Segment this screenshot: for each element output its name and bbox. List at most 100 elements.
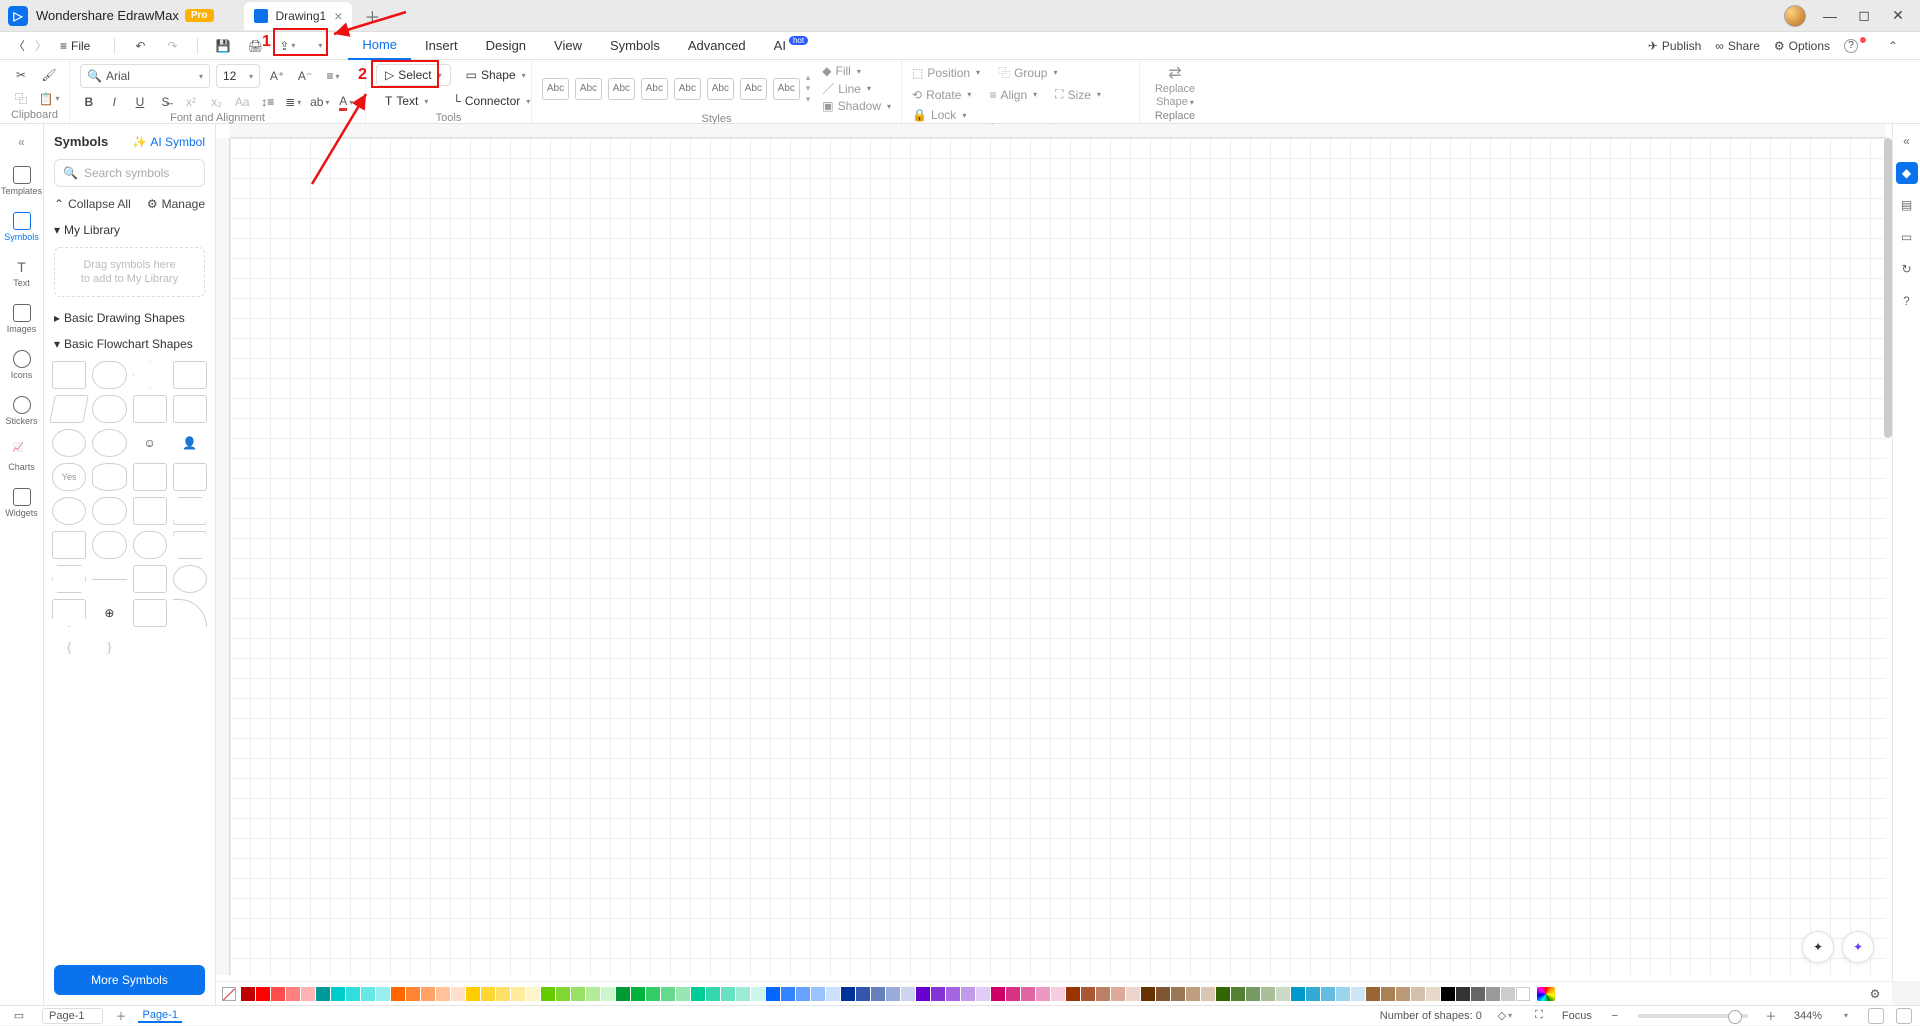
group-button[interactable]: ⿻Group▾ [998, 64, 1057, 81]
shape-card[interactable] [133, 463, 167, 491]
color-swatch[interactable] [601, 987, 615, 1001]
style-thumb[interactable]: Abc [740, 78, 767, 100]
page-panel-icon[interactable]: ▤ [1896, 194, 1918, 216]
outline-panel-icon[interactable]: ▭ [1896, 226, 1918, 248]
color-swatch[interactable] [1501, 987, 1515, 1001]
format-painter-icon[interactable]: 🖌 [38, 65, 60, 85]
style-thumb[interactable]: Abc [641, 78, 668, 100]
undo-icon[interactable]: ↶ [129, 35, 151, 57]
shape-wave[interactable] [52, 531, 86, 559]
styles-up-icon[interactable]: ▴ [806, 72, 811, 83]
color-swatch[interactable] [1186, 987, 1200, 1001]
canvas[interactable]: ✦ ✦ [216, 124, 1892, 981]
shape-tool[interactable]: ▭Shape▾ [457, 64, 535, 86]
color-swatch[interactable] [886, 987, 900, 1001]
color-swatch[interactable] [1156, 987, 1170, 1001]
shape-arc[interactable] [173, 599, 207, 627]
canvas-ai-button[interactable]: ✦ [1842, 931, 1874, 963]
shape-hex[interactable] [52, 565, 86, 593]
color-swatch[interactable] [541, 987, 555, 1001]
color-swatch[interactable] [766, 987, 780, 1001]
shape-pill2[interactable] [133, 531, 167, 559]
collapse-all-button[interactable]: ⌃Collapse All [54, 197, 131, 211]
color-swatch[interactable] [706, 987, 720, 1001]
color-swatch[interactable] [481, 987, 495, 1001]
tab-insert[interactable]: Insert [411, 32, 472, 60]
connector-tool[interactable]: └Connector▾ [443, 90, 539, 112]
add-page-button[interactable]: ＋ [115, 1008, 126, 1024]
color-swatch[interactable] [451, 987, 465, 1001]
color-swatch[interactable] [286, 987, 300, 1001]
tab-ai[interactable]: AIhot [760, 32, 822, 60]
align-h-icon[interactable]: ≡▾ [322, 66, 344, 86]
color-swatch[interactable] [1396, 987, 1410, 1001]
styles-more-icon[interactable]: ▾ [806, 94, 811, 105]
share-button[interactable]: ∞Share [1715, 39, 1760, 53]
ai-symbol-button[interactable]: ✨AI Symbol [132, 135, 205, 149]
paste-icon[interactable]: 📋▾ [38, 89, 60, 109]
color-swatch[interactable] [676, 987, 690, 1001]
nav-templates[interactable]: Templates [2, 162, 42, 200]
shape-pill[interactable] [92, 531, 126, 559]
shape-user[interactable]: 👤 [173, 429, 207, 457]
manage-button[interactable]: ⚙Manage [147, 197, 205, 211]
shape-actor[interactable]: ☺ [133, 429, 167, 457]
color-swatch[interactable] [646, 987, 660, 1001]
copy-icon[interactable]: ⿻ [10, 89, 32, 109]
text-direction-icon[interactable]: ab▾ [310, 92, 329, 112]
close-tab-icon[interactable]: × [334, 8, 342, 24]
shape-database[interactable] [92, 463, 126, 491]
zoom-in-icon[interactable]: ＋ [1760, 1006, 1782, 1026]
color-swatch[interactable] [1126, 987, 1140, 1001]
color-swatch[interactable] [1351, 987, 1365, 1001]
shape-connector[interactable] [52, 497, 86, 525]
shape-manual[interactable] [133, 497, 167, 525]
size-button[interactable]: ⛶Size▾ [1055, 87, 1101, 102]
shape-decision[interactable] [133, 361, 167, 389]
color-swatch[interactable] [496, 987, 510, 1001]
shape-rounded[interactable] [92, 361, 126, 389]
strike-icon[interactable]: S̶ [157, 92, 175, 112]
color-swatch[interactable] [571, 987, 585, 1001]
style-thumb[interactable]: Abc [542, 78, 569, 100]
mylib-dropzone[interactable]: Drag symbols here to add to My Library [54, 247, 205, 297]
color-swatch[interactable] [316, 987, 330, 1001]
color-swatch[interactable] [1006, 987, 1020, 1001]
save-icon[interactable]: 💾 [212, 35, 234, 57]
shape-circle[interactable] [92, 429, 126, 457]
history-panel-icon[interactable]: ↻ [1896, 258, 1918, 280]
layers-icon[interactable]: ◇▾ [1494, 1006, 1516, 1026]
styles-down-icon[interactable]: ▾ [806, 83, 811, 94]
no-fill-swatch[interactable] [222, 987, 236, 1001]
options-button[interactable]: ⚙Options [1774, 39, 1830, 53]
shape-ring[interactable] [173, 565, 207, 593]
focus-label[interactable]: Focus [1562, 1010, 1592, 1022]
line-button[interactable]: ／Line▾ [822, 80, 891, 97]
nav-back-icon[interactable]: 〈 [8, 35, 30, 57]
subscript-icon[interactable]: x₂ [208, 92, 226, 112]
color-swatch[interactable] [811, 987, 825, 1001]
color-swatch[interactable] [586, 987, 600, 1001]
color-swatch[interactable] [361, 987, 375, 1001]
position-button[interactable]: ⬚Position▾ [912, 66, 980, 80]
shape-display[interactable] [173, 463, 207, 491]
color-swatch[interactable] [931, 987, 945, 1001]
color-swatch[interactable] [1471, 987, 1485, 1001]
color-swatch[interactable] [466, 987, 480, 1001]
nav-forward-icon[interactable]: 〉 [30, 35, 52, 57]
color-swatch[interactable] [976, 987, 990, 1001]
color-swatch[interactable] [751, 987, 765, 1001]
replace-shape-button[interactable]: ⇄ Replace Shape▾ [1155, 64, 1195, 110]
section-my-library[interactable]: ▾My Library [44, 217, 215, 243]
increase-font-icon[interactable]: A⁺ [266, 66, 288, 86]
rotate-button[interactable]: ⟲Rotate▾ [912, 88, 971, 102]
color-swatch[interactable] [436, 987, 450, 1001]
color-swatch[interactable] [961, 987, 975, 1001]
style-thumb[interactable]: Abc [608, 78, 635, 100]
expand-right-icon[interactable]: « [1896, 130, 1918, 152]
color-swatch[interactable] [1321, 987, 1335, 1001]
lock-button[interactable]: 🔒Lock▾ [912, 108, 966, 122]
shape-trap[interactable] [173, 497, 207, 525]
color-swatch[interactable] [901, 987, 915, 1001]
color-swatch[interactable] [1021, 987, 1035, 1001]
